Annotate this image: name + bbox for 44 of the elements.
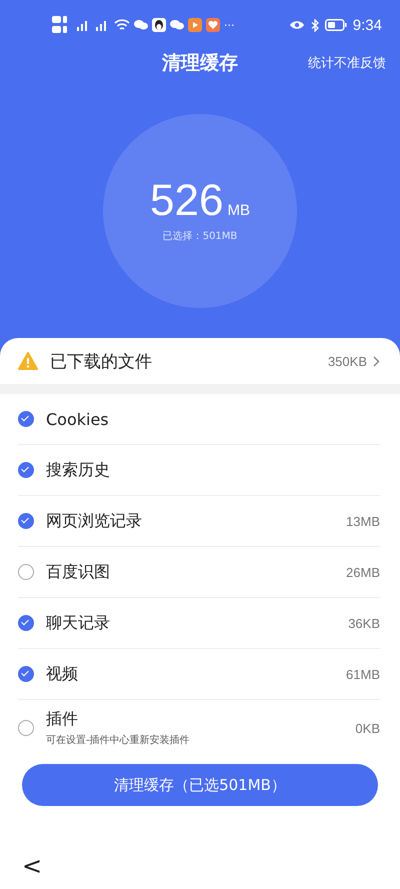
bluetooth-icon — [310, 18, 319, 32]
checkbox[interactable] — [18, 462, 34, 478]
clean-cache-button[interactable]: 清理缓存（已选501MB） — [22, 764, 378, 806]
heart-icon — [206, 18, 220, 32]
clock-time: 9:34 — [352, 16, 382, 34]
checkbox[interactable] — [18, 720, 34, 736]
item-label: 视频 — [46, 664, 79, 684]
selected-size: 已选择：501MB — [162, 230, 238, 243]
penguin-icon — [152, 18, 166, 32]
size-unit: MB — [227, 202, 250, 219]
item-size: 61MB — [346, 666, 380, 682]
checkbox[interactable] — [18, 513, 34, 529]
item-label: 聊天记录 — [46, 612, 111, 634]
downloads-label: 已下载的文件 — [50, 350, 153, 372]
item-label: 搜索历史 — [46, 460, 111, 480]
warning-icon — [18, 352, 38, 370]
item-size: 36KB — [348, 616, 380, 630]
wifi-icon — [114, 18, 130, 32]
item-label: Cookies — [46, 410, 110, 428]
item-size: 13MB — [346, 514, 380, 528]
checkbox[interactable] — [18, 564, 34, 580]
item-size: 26MB — [346, 564, 380, 580]
chat-icon — [170, 19, 184, 31]
downloads-size: 350KB — [328, 354, 367, 368]
item-label: 插件 — [46, 709, 79, 730]
play-icon — [188, 18, 202, 32]
chevron-icon — [373, 356, 380, 366]
hd-icon — [52, 15, 70, 35]
more-notifications: ··· — [224, 18, 234, 32]
checkbox[interactable] — [18, 615, 34, 631]
item-note: 可在设置-插件中心重新安装插件 — [46, 734, 191, 747]
back-button[interactable]: < — [22, 852, 42, 880]
battery-icon — [324, 19, 347, 31]
feedback-link[interactable]: 统计不准反馈 — [308, 54, 386, 72]
eye-icon — [288, 19, 305, 31]
item-size: 0KB — [355, 720, 380, 736]
item-label: 网页浏览记录 — [46, 510, 143, 532]
checkbox[interactable] — [18, 666, 34, 682]
cache-size: 526 — [150, 179, 224, 223]
item-label: 百度识图 — [46, 562, 111, 582]
chat-icon — [134, 19, 148, 31]
downloads-row[interactable]: 已下载的文件 350KB — [0, 338, 400, 384]
checkbox[interactable] — [18, 411, 34, 427]
page-title: 清理缓存 — [162, 51, 238, 76]
